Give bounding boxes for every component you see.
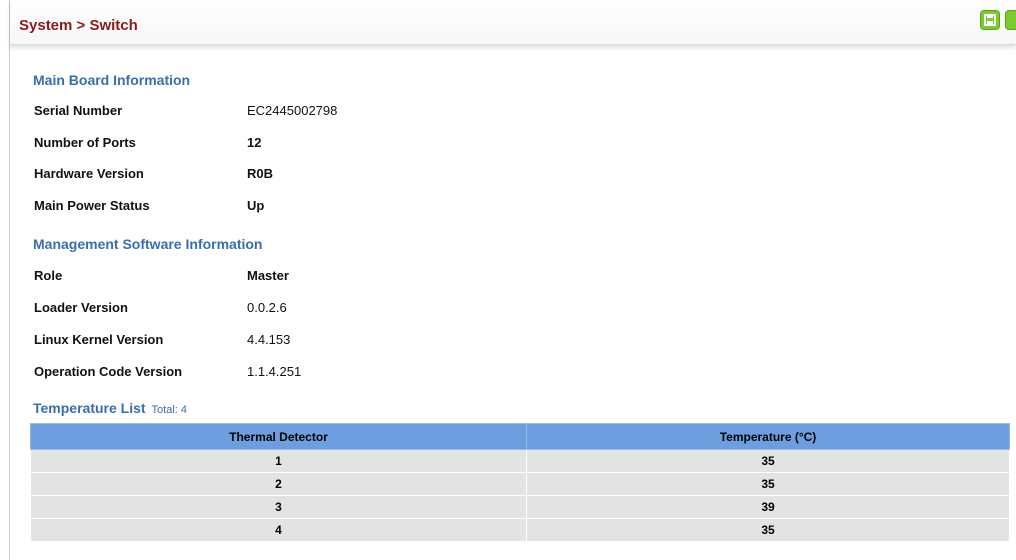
role-label: Role <box>34 268 63 283</box>
mgmt-software-title: Management Software Information <box>33 236 263 252</box>
table-header-row: Thermal Detector Temperature (°C) <box>30 423 1010 450</box>
loader-version-value: 0.0.2.6 <box>247 300 287 315</box>
content-frame: System > Switch Main Board Information S… <box>9 0 1016 560</box>
hardware-version-value: R0B <box>247 166 274 181</box>
number-of-ports-value: 12 <box>247 135 262 150</box>
temperature-cell: 35 <box>526 472 1010 496</box>
temperature-cell: 35 <box>526 449 1010 473</box>
operation-code-version-label: Operation Code Version <box>34 364 183 379</box>
temperature-cell: 35 <box>526 518 1010 542</box>
thermal-detector-cell: 2 <box>30 472 527 496</box>
temperature-list-title: Temperature List Total: 4 <box>33 400 187 416</box>
operation-code-version-value: 1.1.4.251 <box>247 364 302 379</box>
hardware-version-label: Hardware Version <box>34 166 144 181</box>
linux-kernel-version-label: Linux Kernel Version <box>34 332 164 347</box>
temperature-total: Total: 4 <box>151 404 188 416</box>
serial-number-value: EC2445002798 <box>247 103 338 118</box>
save-icon[interactable] <box>980 10 1000 30</box>
thermal-detector-cell: 3 <box>30 495 527 519</box>
table-row: 1 35 <box>30 449 1010 473</box>
thermal-detector-cell: 1 <box>30 449 527 473</box>
serial-number-label: Serial Number <box>34 103 123 118</box>
temperature-cell: 39 <box>526 495 1010 519</box>
main-power-status-value: Up <box>247 198 265 213</box>
main-power-status-label: Main Power Status <box>34 198 150 213</box>
column-thermal-detector[interactable]: Thermal Detector <box>30 423 527 450</box>
page-header: System > Switch <box>10 0 1016 45</box>
page-title: System > Switch <box>19 17 138 34</box>
table-row: 4 35 <box>30 518 1010 542</box>
linux-kernel-version-value: 4.4.153 <box>247 332 291 347</box>
temperature-list-label: Temperature List <box>33 400 146 416</box>
loader-version-label: Loader Version <box>34 300 128 315</box>
table-row: 2 35 <box>30 472 1010 496</box>
role-value: Master <box>247 268 289 283</box>
help-icon[interactable] <box>1005 10 1016 30</box>
temperature-table: Thermal Detector Temperature (°C) 1 35 2… <box>30 423 1010 542</box>
number-of-ports-label: Number of Ports <box>34 135 136 150</box>
table-row: 3 39 <box>30 495 1010 519</box>
main-board-title: Main Board Information <box>33 72 191 88</box>
thermal-detector-cell: 4 <box>30 518 527 542</box>
column-temperature[interactable]: Temperature (°C) <box>526 423 1010 450</box>
